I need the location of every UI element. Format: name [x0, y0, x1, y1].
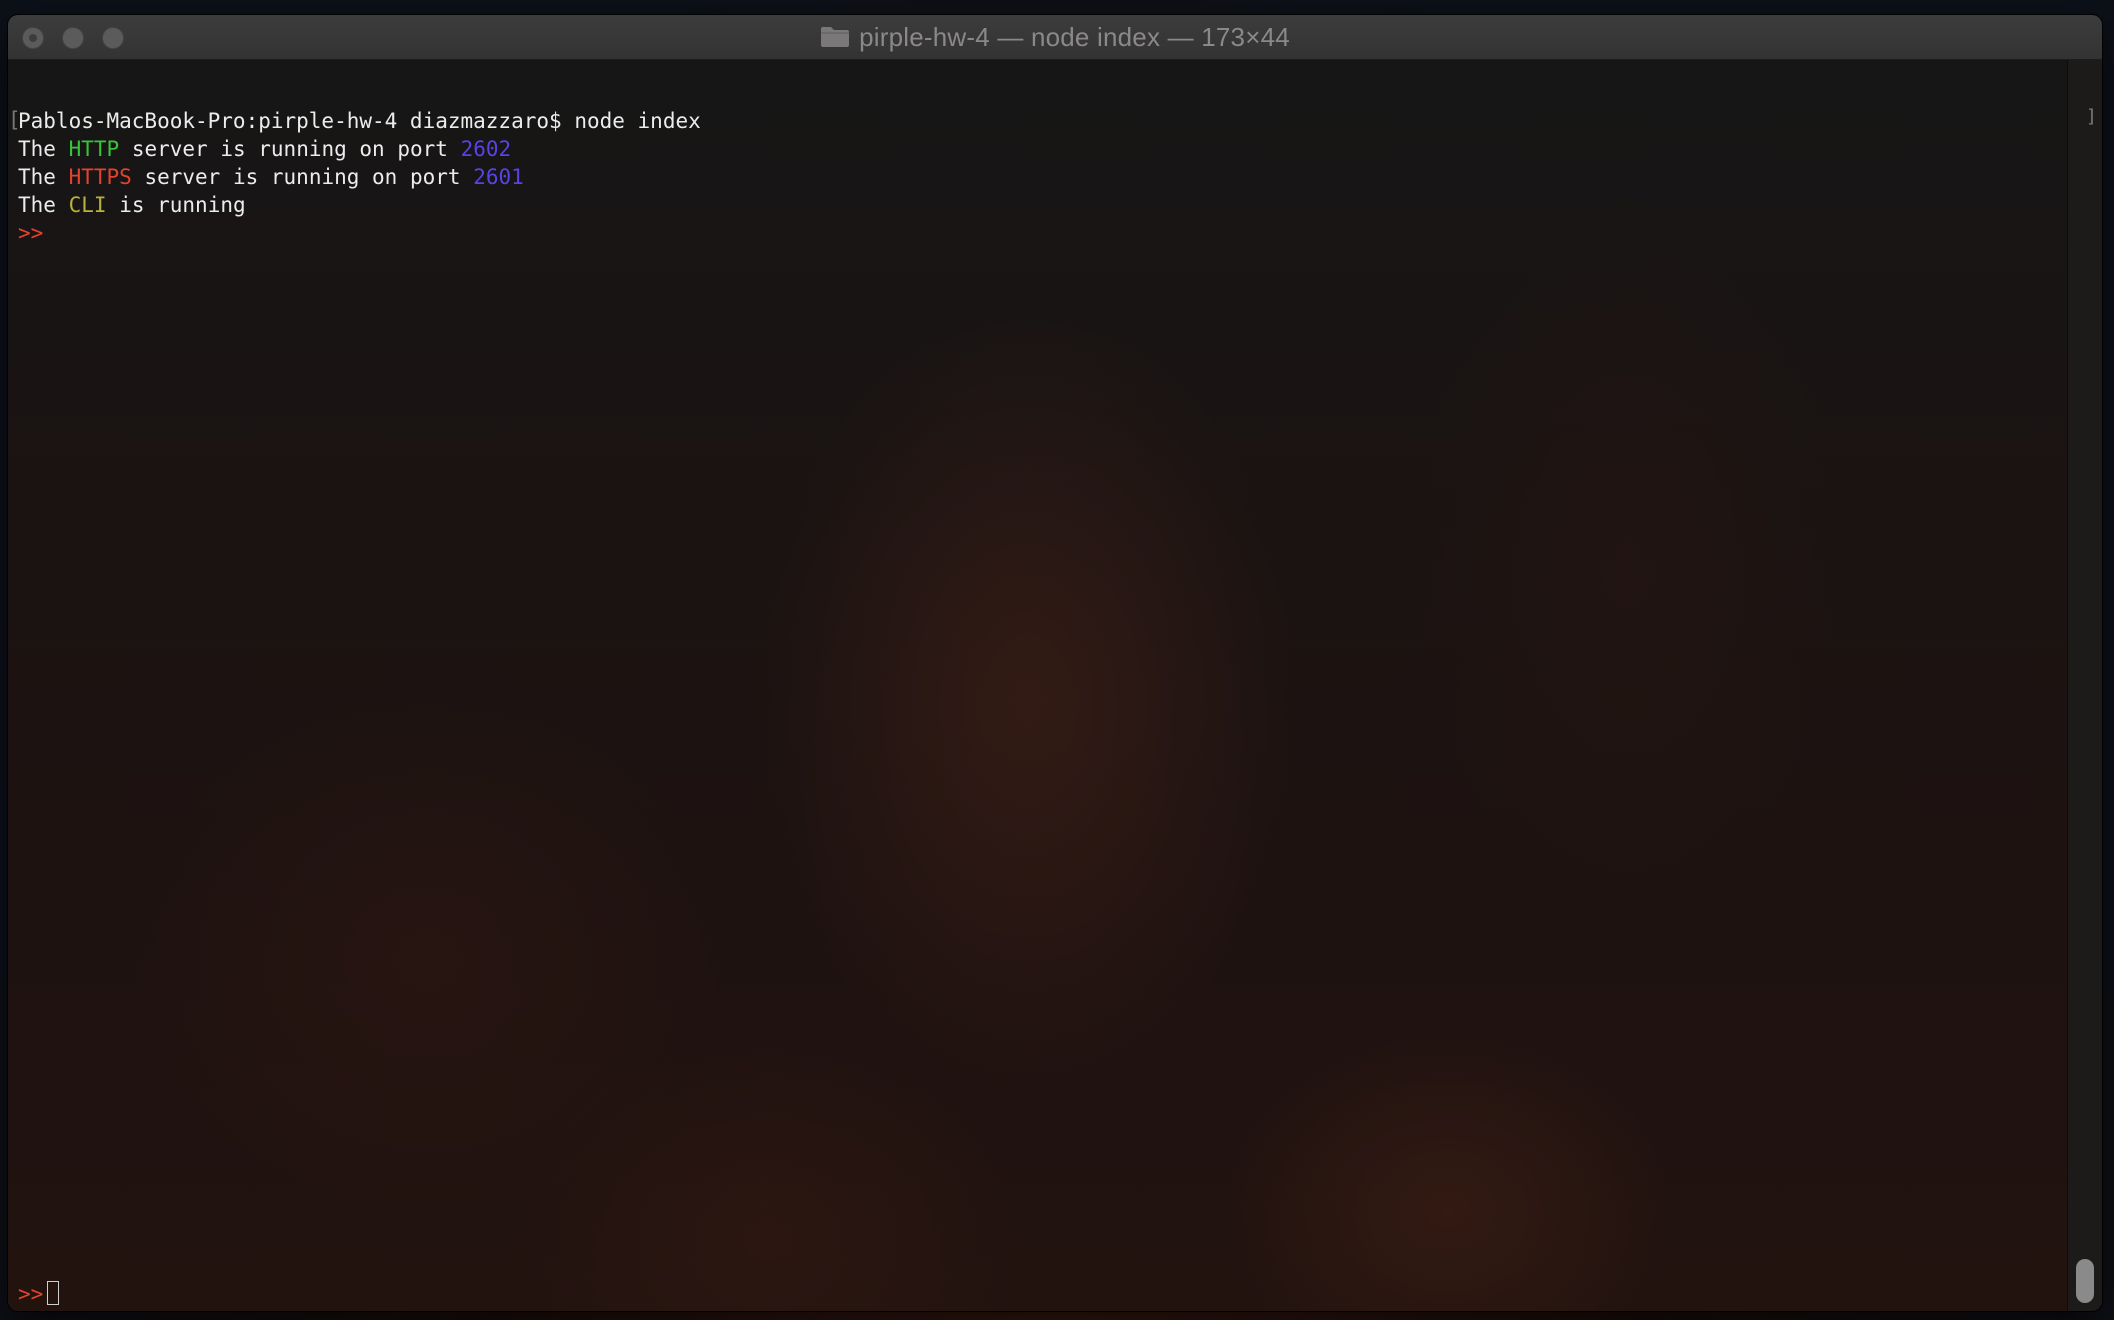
repl-input-line[interactable]: >> [18, 1280, 60, 1308]
repl-prompt: >> [18, 221, 44, 245]
cli-status-line: The CLI is running [18, 191, 246, 219]
http-keyword: HTTP [68, 137, 120, 161]
desktop-wallpaper: pirple-hw-4 — node index — 173×44 [ Pabl… [0, 0, 2114, 1320]
https-keyword: HTTPS [68, 165, 132, 189]
title-bar[interactable]: pirple-hw-4 — node index — 173×44 [8, 15, 2102, 60]
terminal-window: pirple-hw-4 — node index — 173×44 [ Pabl… [8, 15, 2102, 1311]
https-prefix: The [18, 165, 56, 189]
vertical-scrollbar[interactable]: ] [2067, 60, 2102, 1311]
cli-message: is running [119, 193, 246, 217]
scroll-mark-bracket: ] [2086, 106, 2097, 127]
shell-prompt-line: Pablos-MacBook-Pro:pirple-hw-4 diazmazza… [18, 107, 701, 135]
https-status-line: The HTTPS server is running on port 2601 [18, 163, 524, 191]
http-status-line: The HTTP server is running on port 2602 [18, 135, 511, 163]
https-message: server is running on port [144, 165, 461, 189]
window-title: pirple-hw-4 — node index — 173×44 [8, 15, 2102, 59]
http-prefix: The [18, 137, 56, 161]
scrollbar-thumb[interactable] [2076, 1259, 2094, 1303]
cli-keyword: CLI [68, 193, 107, 217]
window-title-text: pirple-hw-4 — node index — 173×44 [859, 21, 1290, 52]
repl-prompt-active: >> [18, 1282, 44, 1306]
terminal-content[interactable]: [ Pablos-MacBook-Pro:pirple-hw-4 diazmaz… [8, 60, 2068, 1311]
cli-prefix: The [18, 193, 56, 217]
folder-icon [821, 27, 850, 47]
repl-prompt-line: >> [18, 219, 43, 247]
https-port: 2601 [473, 165, 524, 189]
http-port: 2602 [460, 137, 512, 161]
shell-prompt: Pablos-MacBook-Pro:pirple-hw-4 diazmazza… [18, 109, 562, 133]
http-message: server is running on port [131, 137, 448, 161]
text-cursor [47, 1281, 60, 1305]
shell-command: node index [574, 109, 701, 133]
